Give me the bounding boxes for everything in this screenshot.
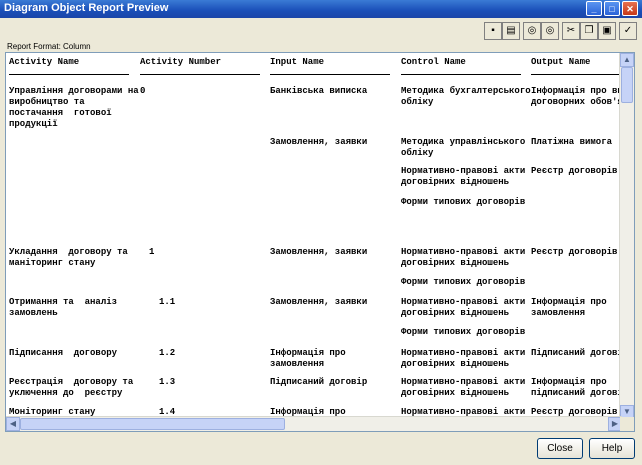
control-name-cell: Нормативно-правові акти договірних відно…	[401, 166, 526, 187]
control-name-cell: Форми типових договорів	[401, 197, 526, 207]
control-name-cell: Форми типових договорів	[401, 277, 526, 287]
output-name-cell: Інформація про вико договорних обов'язк	[531, 86, 622, 107]
check-icon[interactable]: ✓	[619, 22, 637, 40]
paste-icon[interactable]: ▣	[598, 22, 616, 40]
maximize-icon[interactable]: □	[604, 1, 620, 16]
activity-number-cell: 1	[149, 247, 155, 257]
close-button[interactable]: Close	[537, 438, 583, 459]
output-name-cell: Інформація про замовлення	[531, 297, 607, 318]
close-icon[interactable]: ✕	[622, 1, 638, 16]
report-format-label: Report Format: Column	[7, 42, 91, 51]
control-name-cell: Нормативно-правові акти договірних відно…	[401, 377, 526, 398]
copy-icon[interactable]: ❐	[580, 22, 598, 40]
column-rule	[531, 74, 622, 75]
vertical-scroll-thumb[interactable]	[621, 67, 633, 103]
report-content: Activity Name Activity Number Input Name…	[6, 53, 622, 419]
activity-name-cell: Управління договорами на виробництво та …	[9, 86, 139, 129]
activity-name-cell: Укладання договору та маніторинг стану	[9, 247, 128, 268]
print-icon[interactable]: ▤	[502, 22, 520, 40]
horizontal-scroll-thumb[interactable]	[20, 418, 285, 430]
column-header-input-name: Input Name	[270, 57, 325, 67]
window-title: Diagram Object Report Preview	[4, 2, 169, 14]
column-rule	[9, 74, 129, 75]
output-name-cell: Реєстр договорів	[531, 166, 618, 176]
help-button[interactable]: Help	[589, 438, 635, 459]
report-preview-window: Diagram Object Report Preview _ □ ✕ ▪ ▤ …	[0, 0, 642, 465]
control-name-cell: Нормативно-правові акти договірних відно…	[401, 348, 526, 369]
report-view[interactable]: Activity Name Activity Number Input Name…	[5, 52, 635, 432]
input-name-cell: Замовлення, заявки	[270, 297, 368, 307]
output-name-cell: Інформація про підписаний договір	[531, 377, 622, 398]
column-rule	[401, 74, 521, 75]
activity-name-cell: Реєстрація договору та уключення до реєс…	[9, 377, 134, 398]
activity-number-cell: 1.3	[159, 377, 176, 387]
input-name-cell: Замовлення, заявки	[270, 137, 368, 147]
control-name-cell: Нормативно-правові акти договірних відно…	[401, 247, 526, 268]
column-header-activity-name: Activity Name	[9, 57, 80, 67]
horizontal-scrollbar[interactable]: ◀ ▶	[6, 416, 622, 431]
control-name-cell: Нормативно-правові акти договірних відно…	[401, 297, 526, 318]
scroll-up-icon[interactable]: ▲	[620, 53, 634, 67]
control-name-cell: Методика управлінського обліку	[401, 137, 526, 158]
activity-number-cell: 1.2	[159, 348, 176, 358]
vertical-scrollbar[interactable]: ▲ ▼	[619, 53, 634, 419]
column-rule	[270, 74, 390, 75]
output-name-cell: Підписаний договір	[531, 348, 622, 358]
column-header-output-name: Output Name	[531, 57, 591, 67]
activity-number-cell: 1.1	[159, 297, 176, 307]
scroll-corner	[620, 417, 634, 431]
activity-name-cell: Підписання договору	[9, 348, 118, 358]
column-header-activity-number: Activity Number	[140, 57, 222, 67]
output-name-cell: Реєстр договорів	[531, 247, 618, 257]
find-icon[interactable]: ◎	[523, 22, 541, 40]
column-header-control-name: Control Name	[401, 57, 466, 67]
activity-name-cell: Отримання та аналіз замовлень	[9, 297, 118, 318]
title-bar[interactable]: Diagram Object Report Preview _ □ ✕	[0, 0, 642, 18]
scroll-left-icon[interactable]: ◀	[6, 417, 20, 431]
output-name-cell: Платіжна вимога	[531, 137, 613, 147]
input-name-cell: Підписаний договір	[270, 377, 368, 387]
minimize-icon[interactable]: _	[586, 1, 602, 16]
activity-number-cell: 0	[140, 86, 146, 96]
cut-icon[interactable]: ✂	[562, 22, 580, 40]
input-name-cell: Замовлення, заявки	[270, 247, 368, 257]
find-next-icon[interactable]: ◎	[541, 22, 559, 40]
save-icon[interactable]: ▪	[484, 22, 502, 40]
column-rule	[140, 74, 260, 75]
control-name-cell: Форми типових договорів	[401, 327, 526, 337]
input-name-cell: Інформація про замовлення	[270, 348, 346, 369]
control-name-cell: Методика бухгалтерського обліку	[401, 86, 531, 107]
input-name-cell: Банківська виписка	[270, 86, 368, 96]
